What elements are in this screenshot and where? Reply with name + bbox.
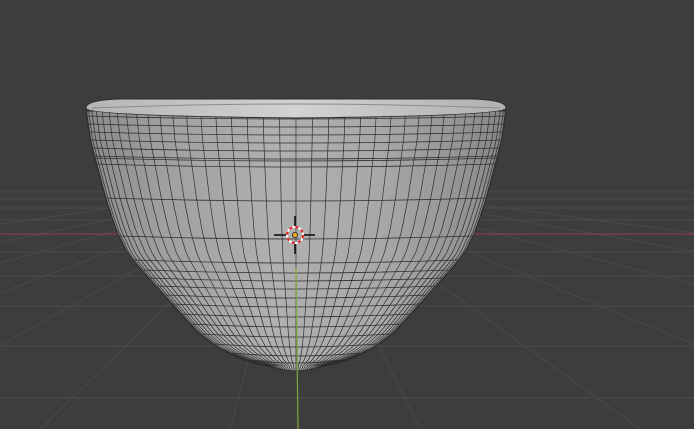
3d-viewport[interactable]	[0, 0, 694, 429]
bowl-rim[interactable]	[85, 98, 507, 119]
object-origin-icon	[291, 231, 298, 238]
viewport-canvas[interactable]	[0, 0, 694, 429]
